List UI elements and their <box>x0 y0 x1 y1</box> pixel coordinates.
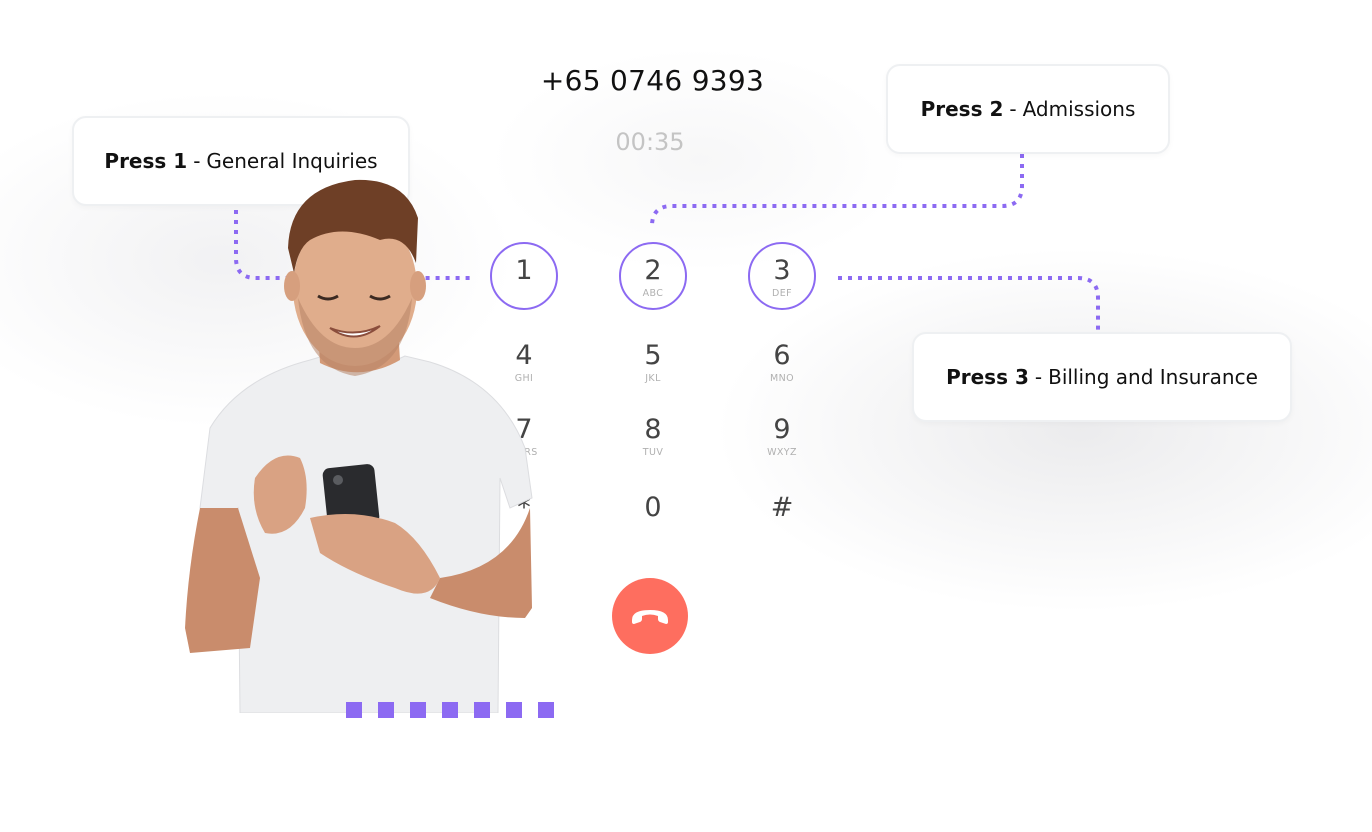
keypad-key-3[interactable]: 3 DEF <box>717 242 847 312</box>
key-letters: WXYZ <box>767 447 797 458</box>
ivr-option-key: Press 1 <box>104 149 188 173</box>
key-digit: 3 <box>773 255 791 286</box>
decorative-square-dots <box>346 702 554 718</box>
key-digit: 6 <box>773 340 791 371</box>
phone-hangup-icon <box>632 610 668 624</box>
call-timer: 00:35 <box>615 128 685 156</box>
ivr-option-key: Press 3 <box>946 365 1029 389</box>
keypad-key-5[interactable]: 5 JKL <box>588 340 718 410</box>
ivr-option-separator: - <box>1034 365 1043 389</box>
ivr-option-key: Press 2 <box>920 97 1004 121</box>
decorative-square <box>538 702 554 718</box>
keypad-key-9[interactable]: 9 WXYZ <box>717 414 847 484</box>
key-digit: # <box>770 492 794 523</box>
keypad-key-0[interactable]: 0 <box>588 492 718 562</box>
key-letters: DEF <box>772 288 792 299</box>
ivr-option-label: Billing and Insurance <box>1048 365 1258 389</box>
key-digit: 0 <box>644 492 662 523</box>
ivr-option-separator: - <box>193 149 201 173</box>
key-letters: MNO <box>770 373 794 384</box>
keypad-key-hash[interactable]: # <box>717 492 847 562</box>
ivr-option-card-3: Press 3 - Billing and Insurance <box>912 332 1292 422</box>
key-letters: ABC <box>642 288 664 299</box>
key-digit: 8 <box>644 414 662 445</box>
ivr-option-card-2: Press 2 - Admissions <box>886 64 1170 154</box>
person-with-phone-image <box>185 179 533 713</box>
keypad-key-8[interactable]: 8 TUV <box>588 414 718 484</box>
key-digit: 2 <box>644 255 662 286</box>
decorative-square <box>346 702 362 718</box>
key-digit: 9 <box>773 414 791 445</box>
keypad-key-2[interactable]: 2 ABC <box>588 242 718 312</box>
connector-option-2 <box>650 154 1024 227</box>
keypad-key-6[interactable]: 6 MNO <box>717 340 847 410</box>
ivr-option-label: Admissions <box>1022 97 1136 121</box>
ivr-option-label: General Inquiries <box>206 149 378 173</box>
phone-number: +65 0746 9393 <box>540 64 765 97</box>
decorative-square <box>442 702 458 718</box>
decorative-square <box>410 702 426 718</box>
key-letters: TUV <box>642 447 664 458</box>
ivr-option-separator: - <box>1009 97 1017 121</box>
connector-option-3 <box>838 276 1100 330</box>
decorative-square <box>506 702 522 718</box>
end-call-button[interactable] <box>612 578 688 654</box>
key-digit: 5 <box>644 340 662 371</box>
key-letters: JKL <box>645 373 661 384</box>
decorative-square <box>378 702 394 718</box>
decorative-square <box>474 702 490 718</box>
